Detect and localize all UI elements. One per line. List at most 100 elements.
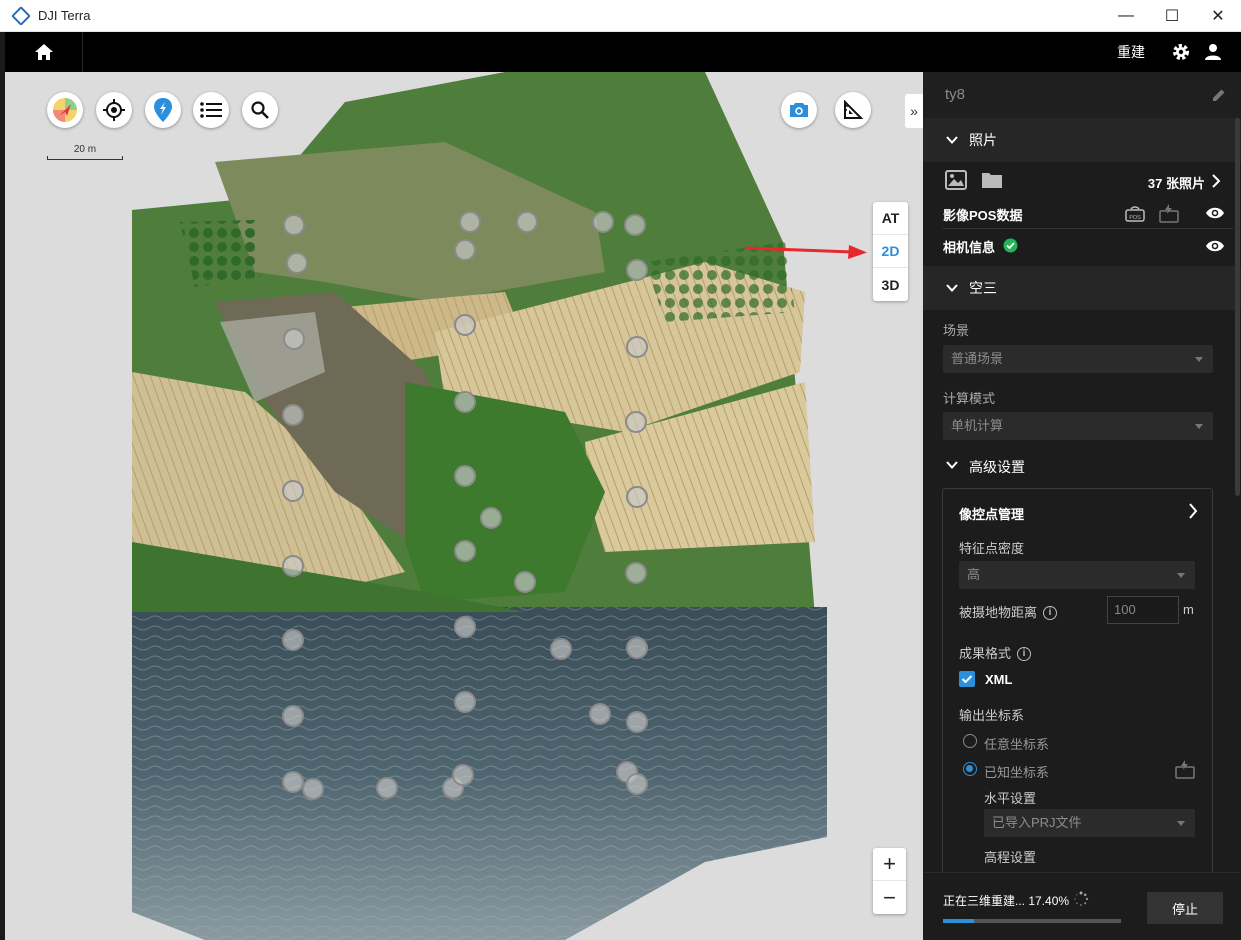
check-circle-icon xyxy=(1003,238,1018,253)
horizontal-setting-label: 水平设置 xyxy=(984,791,1037,806)
pos-export-icon[interactable] xyxy=(1159,203,1179,223)
eye-icon[interactable] xyxy=(1205,239,1225,253)
feature-density-select[interactable]: 高 xyxy=(959,561,1195,589)
photo-count[interactable]: 37 张照片 xyxy=(1148,173,1205,192)
maximize-button[interactable]: ☐ xyxy=(1149,0,1195,32)
expand-panel-button[interactable]: » xyxy=(905,94,923,128)
advanced-settings-box: 像控点管理 特征点密度 高 被摄地物距离 i 100 m 成果格式 i XML 输出… xyxy=(942,488,1213,888)
arbitrary-coord-radio[interactable] xyxy=(963,734,977,748)
chevron-right-icon[interactable] xyxy=(1211,174,1221,188)
progress-bar xyxy=(943,919,1121,923)
map-view[interactable]: 20 m » AT 2D 3D + − xyxy=(5,72,923,940)
at-section-header[interactable]: 空三 xyxy=(923,266,1241,310)
advanced-section-header[interactable]: 高级设置 xyxy=(923,454,1241,476)
gcp-management-row[interactable]: 像控点管理 xyxy=(943,489,1212,531)
home-button[interactable] xyxy=(5,32,83,72)
search-button[interactable] xyxy=(242,92,278,128)
output-coord-label: 输出坐标系 xyxy=(959,708,1025,723)
project-panel: ty8 照片 37 张照片 影像POS数据 POS 相机信息 空三 场景 普通场… xyxy=(923,72,1241,940)
known-coord-radio[interactable] xyxy=(963,762,977,776)
user-button[interactable] xyxy=(1201,40,1225,64)
eye-icon[interactable] xyxy=(1205,206,1225,220)
info-icon[interactable]: i xyxy=(1043,605,1058,620)
chevron-down-icon xyxy=(946,284,958,292)
known-coord-label: 已知坐标系 xyxy=(984,765,1050,780)
loading-spinner-icon xyxy=(1074,891,1089,906)
list-icon xyxy=(200,102,222,118)
scene-select-value: 普通场景 xyxy=(951,351,1004,366)
stop-button[interactable]: 停止 xyxy=(1147,892,1223,924)
compass-icon xyxy=(53,98,77,122)
chevron-right-icon xyxy=(1189,503,1198,519)
horizontal-setting-select[interactable]: 已导入PRJ文件 xyxy=(984,809,1195,837)
distance-unit: m xyxy=(1183,602,1194,617)
view-at-button[interactable]: AT xyxy=(873,202,908,235)
camera-info-label: 相机信息 xyxy=(943,240,996,255)
object-distance-input[interactable]: 100 xyxy=(1107,596,1179,624)
chevron-down-icon xyxy=(946,461,958,469)
view-3d-button[interactable]: 3D xyxy=(873,268,908,301)
info-icon[interactable]: i xyxy=(1017,646,1032,661)
dropdown-caret-icon xyxy=(1177,821,1185,826)
pin-icon xyxy=(154,98,172,122)
settings-button[interactable] xyxy=(1169,40,1193,64)
scale-label: 20 m xyxy=(73,144,97,155)
svg-text:POS: POS xyxy=(1129,215,1141,221)
dropdown-caret-icon xyxy=(1195,357,1203,362)
scene-label: 场景 xyxy=(943,323,970,338)
xml-label: XML xyxy=(985,672,1013,687)
locate-button[interactable] xyxy=(96,92,132,128)
photos-section-header[interactable]: 照片 xyxy=(923,118,1241,162)
app-window: DJI Terra — ☐ ✕ 重建 20 m » AT 2D 3D + − t… xyxy=(0,0,1241,940)
dji-terra-logo-icon xyxy=(11,5,31,26)
image-icon[interactable] xyxy=(945,170,967,190)
dropdown-caret-icon xyxy=(1177,573,1185,578)
scale-bar: 20 m xyxy=(47,144,123,160)
check-icon xyxy=(961,675,973,684)
pos-data-row: 影像POS数据 POS xyxy=(923,202,1241,226)
layer-list-button[interactable] xyxy=(193,92,229,128)
output-format-label-group: 成果格式 i xyxy=(959,643,1032,663)
close-button[interactable]: ✕ xyxy=(1195,0,1241,32)
map-style-button[interactable] xyxy=(47,92,83,128)
user-icon xyxy=(1205,44,1221,60)
compute-mode-label: 计算模式 xyxy=(943,391,996,406)
gear-icon xyxy=(1173,44,1189,60)
divider xyxy=(943,228,1233,229)
feature-density-label: 特征点密度 xyxy=(959,541,1025,556)
compute-mode-value: 单机计算 xyxy=(951,418,1004,433)
zoom-in-button[interactable]: + xyxy=(873,848,906,881)
gcp-management-label: 像控点管理 xyxy=(959,507,1025,522)
scale-ruler xyxy=(47,156,123,160)
top-toolbar: 重建 xyxy=(5,32,1241,72)
search-icon xyxy=(251,101,269,119)
project-name: ty8 xyxy=(945,86,966,103)
dropdown-caret-icon xyxy=(1195,424,1203,429)
horizontal-setting-value: 已导入PRJ文件 xyxy=(992,815,1082,830)
rebuild-button[interactable]: 重建 xyxy=(1117,32,1145,72)
photos-row: 37 张照片 xyxy=(923,168,1241,194)
compute-mode-select[interactable]: 单机计算 xyxy=(943,412,1213,440)
output-format-label: 成果格式 xyxy=(959,646,1012,661)
pos-import-icon[interactable]: POS xyxy=(1125,204,1145,222)
minimize-button[interactable]: — xyxy=(1103,0,1149,32)
view-2d-button[interactable]: 2D xyxy=(873,235,908,268)
orthomosaic-image xyxy=(5,72,923,940)
marker-button[interactable] xyxy=(145,92,181,128)
red-arrow-annotation xyxy=(745,245,867,259)
feature-density-value: 高 xyxy=(967,567,981,582)
at-section-label: 空三 xyxy=(969,280,997,296)
zoom-out-button[interactable]: − xyxy=(873,881,906,914)
object-distance-label: 被摄地物距离 xyxy=(959,605,1038,620)
edit-icon[interactable] xyxy=(1211,87,1227,103)
scene-select[interactable]: 普通场景 xyxy=(943,345,1213,373)
folder-icon[interactable] xyxy=(981,171,1003,189)
camera-icon xyxy=(790,103,808,117)
prj-import-icon[interactable] xyxy=(1175,759,1195,779)
screenshot-button[interactable] xyxy=(781,92,817,128)
object-distance-label-group: 被摄地物距离 i xyxy=(959,602,1058,622)
panel-scrollbar[interactable] xyxy=(1235,118,1240,496)
xml-checkbox[interactable] xyxy=(959,671,975,687)
title-bar: DJI Terra — ☐ ✕ xyxy=(0,0,1241,32)
measure-button[interactable] xyxy=(835,92,871,128)
